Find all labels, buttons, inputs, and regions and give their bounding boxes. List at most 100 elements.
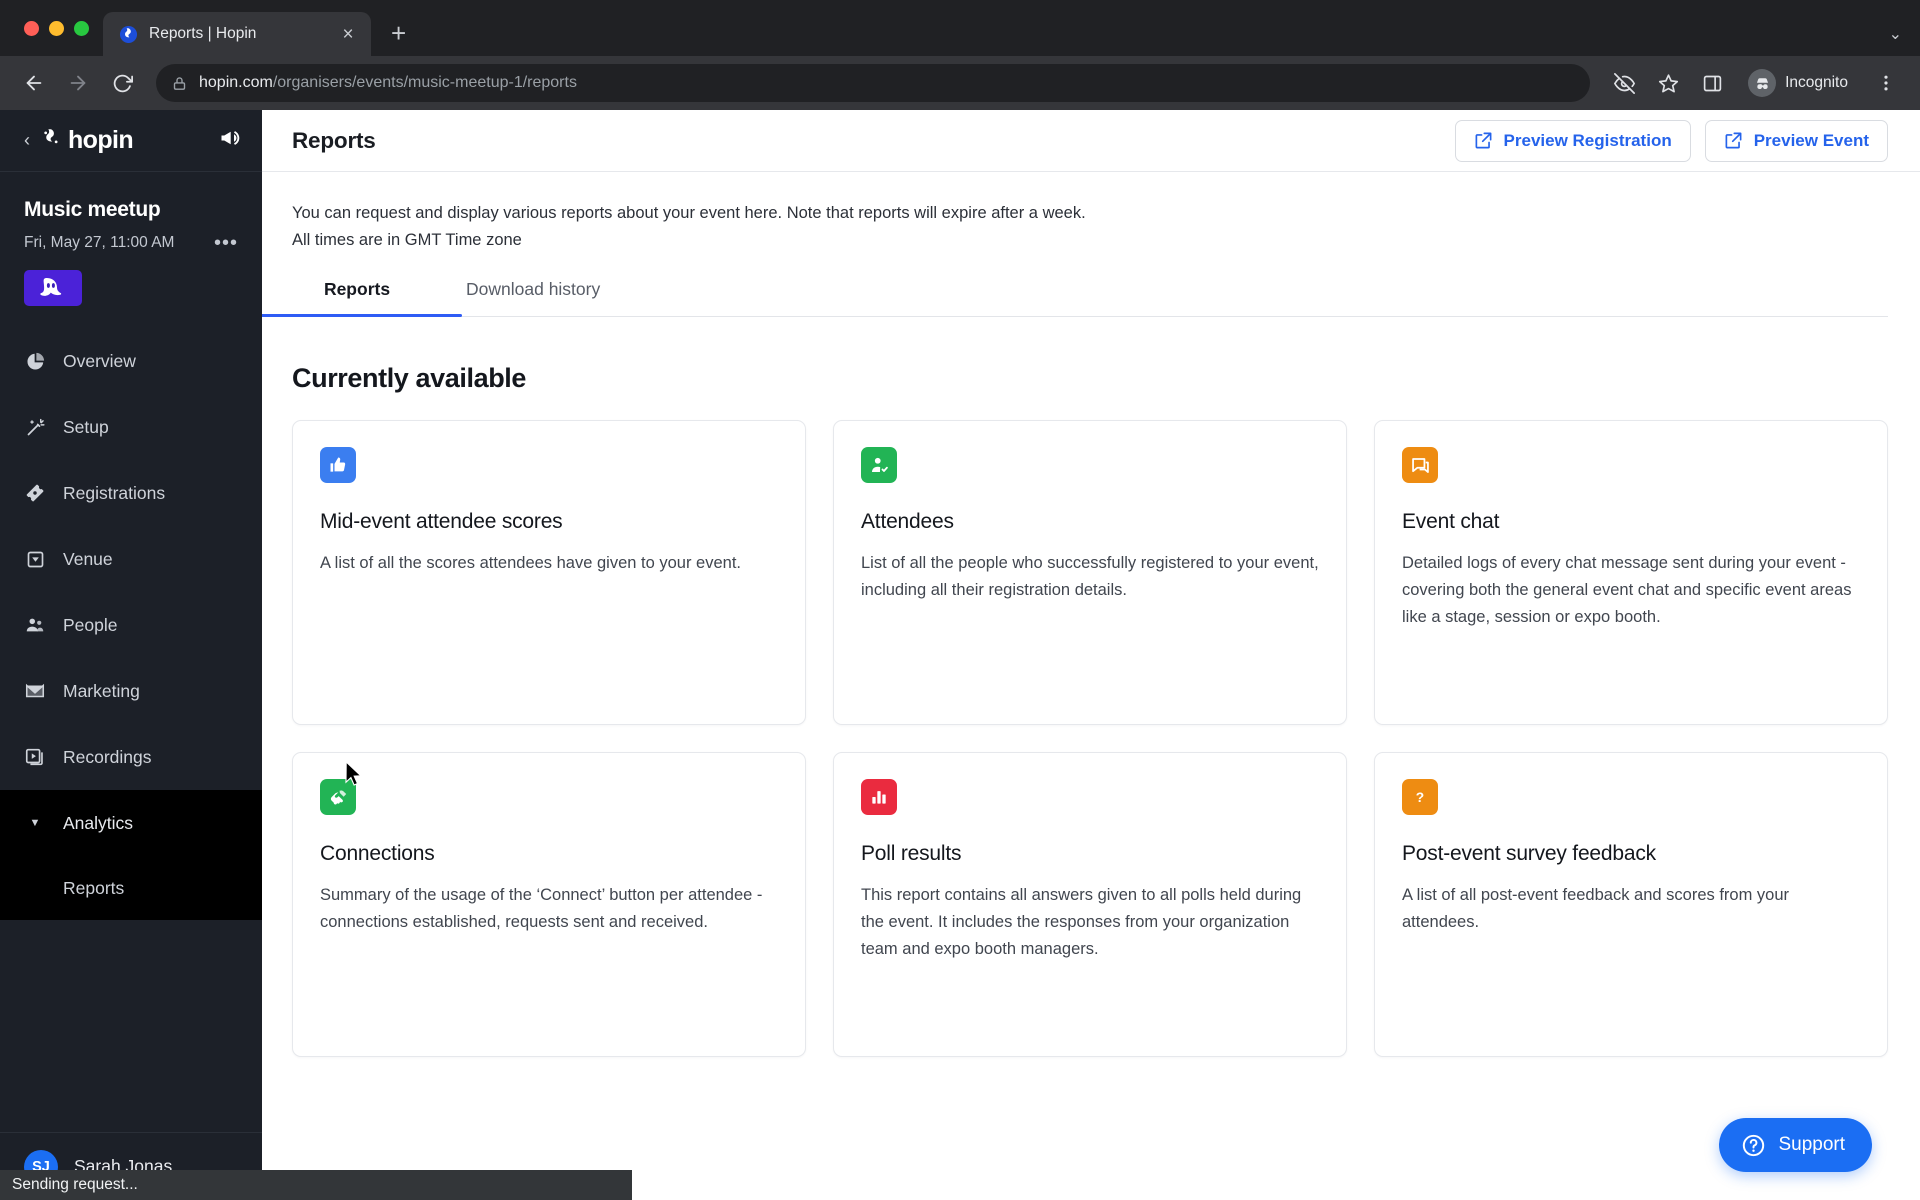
sidebar-item-label: Marketing bbox=[63, 680, 140, 701]
card-description: A list of all the scores attendees have … bbox=[320, 554, 741, 573]
eye-slash-icon[interactable] bbox=[1604, 63, 1644, 103]
omnibox-actions: Incognito bbox=[1604, 63, 1906, 103]
close-icon[interactable]: × bbox=[337, 25, 359, 44]
card-title: Connections bbox=[320, 842, 435, 866]
sidebar-item-reports[interactable]: Reports bbox=[0, 856, 262, 920]
maximize-window-button[interactable] bbox=[74, 20, 89, 36]
sidebar-item-label: Analytics bbox=[63, 812, 134, 833]
sidebar-item-label: Venue bbox=[63, 548, 113, 569]
recordings-icon bbox=[24, 746, 46, 768]
card-title: Post-event survey feedback bbox=[1402, 842, 1656, 866]
intro-line-2: All times are in GMT Time zone bbox=[292, 230, 522, 249]
card-description: List of all the people who successfully … bbox=[861, 554, 1319, 600]
sidebar-item-marketing[interactable]: Marketing bbox=[0, 658, 262, 724]
venue-pin-icon bbox=[24, 548, 46, 570]
people-icon bbox=[24, 614, 46, 636]
hopin-logo[interactable]: hopin bbox=[40, 126, 208, 155]
header-actions: Preview Registration Preview Event bbox=[1454, 119, 1888, 162]
preview-registration-button[interactable]: Preview Registration bbox=[1454, 119, 1691, 162]
side-panel-icon[interactable] bbox=[1692, 63, 1732, 103]
reload-icon[interactable] bbox=[102, 63, 142, 103]
report-card-post-event-survey-feedback[interactable]: ? Post-event survey feedback A list of a… bbox=[1374, 752, 1888, 1058]
sidebar-header: ‹ hopin bbox=[0, 110, 262, 172]
incognito-profile-button[interactable]: Incognito bbox=[1742, 65, 1862, 101]
card-description: Detailed logs of every chat message sent… bbox=[1402, 554, 1852, 627]
card-title: Mid-event attendee scores bbox=[320, 510, 563, 534]
lock-icon bbox=[172, 76, 187, 91]
minimize-window-button[interactable] bbox=[49, 20, 64, 36]
ticket-icon bbox=[24, 482, 46, 504]
sidebar-item-setup[interactable]: Setup bbox=[0, 394, 262, 460]
help-circle-icon bbox=[1741, 1133, 1766, 1158]
address-bar[interactable]: hopin.com/organisers/events/music-meetup… bbox=[156, 64, 1591, 102]
external-link-icon bbox=[1474, 131, 1493, 150]
report-card-connections[interactable]: Connections Summary of the usage of the … bbox=[292, 752, 806, 1058]
sidebar-item-label: Overview bbox=[63, 350, 136, 371]
button-label: Preview Event bbox=[1753, 130, 1869, 150]
chevron-down-icon[interactable]: ⌄ bbox=[1889, 24, 1902, 44]
sidebar-nav: Overview Setup Registrations Venue Peopl… bbox=[0, 328, 262, 1132]
question-mark-icon: ? bbox=[1402, 779, 1438, 816]
support-button[interactable]: Support bbox=[1719, 1118, 1872, 1172]
sidebar-item-venue[interactable]: Venue bbox=[0, 526, 262, 592]
plus-icon[interactable]: + bbox=[371, 20, 422, 56]
card-title: Attendees bbox=[861, 510, 954, 534]
ellipsis-icon[interactable]: ••• bbox=[214, 233, 238, 253]
report-card-attendees[interactable]: Attendees List of all the people who suc… bbox=[833, 420, 1347, 726]
incognito-label: Incognito bbox=[1785, 74, 1848, 91]
chevron-left-icon[interactable]: ‹ bbox=[24, 130, 30, 151]
person-check-icon bbox=[861, 447, 897, 484]
page-viewport: ‹ hopin Music meetup Fri, May 27, 11:00 … bbox=[0, 110, 1920, 1200]
preview-event-button[interactable]: Preview Event bbox=[1704, 119, 1888, 162]
browser-window: Reports | Hopin × + ⌄ hopin.com/organise… bbox=[0, 0, 1920, 1200]
star-icon[interactable] bbox=[1648, 63, 1688, 103]
sidebar-item-registrations[interactable]: Registrations bbox=[0, 460, 262, 526]
bar-chart-icon bbox=[861, 779, 897, 816]
url-path: /organisers/events/music-meetup-1/report… bbox=[272, 74, 577, 91]
three-dot-menu-icon[interactable] bbox=[1866, 63, 1906, 103]
pie-chart-icon bbox=[24, 350, 46, 372]
event-date: Fri, May 27, 11:00 AM bbox=[24, 234, 175, 251]
sidebar-item-recordings[interactable]: Recordings bbox=[0, 724, 262, 790]
hopin-favicon bbox=[119, 25, 138, 44]
sidebar-item-label: Recordings bbox=[63, 746, 152, 767]
magic-wand-icon bbox=[24, 416, 46, 438]
card-title: Event chat bbox=[1402, 510, 1500, 534]
main-content: Reports Preview Registration Preview Eve… bbox=[262, 110, 1920, 1200]
report-card-poll-results[interactable]: Poll results This report contains all an… bbox=[833, 752, 1347, 1058]
window-controls[interactable] bbox=[16, 0, 103, 56]
event-thumbnail-ghost[interactable] bbox=[24, 270, 82, 306]
envelope-icon bbox=[24, 680, 46, 702]
button-label: Preview Registration bbox=[1503, 130, 1672, 150]
sidebar-item-people[interactable]: People bbox=[0, 592, 262, 658]
sidebar-item-overview[interactable]: Overview bbox=[0, 328, 262, 394]
reports-tabs: Reports Download history bbox=[262, 279, 1888, 318]
close-window-button[interactable] bbox=[24, 20, 39, 36]
back-arrow-icon[interactable] bbox=[14, 63, 54, 103]
card-description: This report contains all answers given t… bbox=[861, 886, 1302, 959]
page-header: Reports Preview Registration Preview Eve… bbox=[262, 110, 1920, 172]
tab-reports[interactable]: Reports bbox=[262, 279, 462, 318]
report-card-event-chat[interactable]: Event chat Detailed logs of every chat m… bbox=[1374, 420, 1888, 726]
card-title: Poll results bbox=[861, 842, 962, 866]
card-description: A list of all post-event feedback and sc… bbox=[1402, 886, 1790, 932]
forward-arrow-icon[interactable] bbox=[58, 63, 98, 103]
sidebar-subitem-label: Reports bbox=[63, 877, 125, 898]
browser-tab[interactable]: Reports | Hopin × bbox=[103, 12, 371, 56]
sidebar-item-label: Setup bbox=[63, 416, 109, 437]
thumbs-up-icon bbox=[320, 447, 356, 484]
sidebar-section-analytics: ▼ Analytics Reports bbox=[0, 790, 262, 920]
megaphone-icon[interactable] bbox=[218, 126, 242, 155]
incognito-icon bbox=[1748, 69, 1777, 97]
hopin-logo-mark bbox=[40, 127, 62, 154]
external-link-icon bbox=[1724, 131, 1743, 150]
event-name: Music meetup bbox=[24, 198, 161, 221]
chat-bubble-icon bbox=[1402, 447, 1438, 484]
report-card-mid-event-attendee-scores[interactable]: Mid-event attendee scores A list of all … bbox=[292, 420, 806, 726]
main-scroll-area: You can request and display various repo… bbox=[262, 172, 1920, 1200]
tab-download-history[interactable]: Download history bbox=[466, 279, 600, 316]
caret-down-icon: ▼ bbox=[29, 817, 41, 829]
sidebar-item-analytics[interactable]: ▼ Analytics bbox=[0, 790, 262, 856]
page-title: Reports bbox=[292, 127, 376, 153]
sidebar-event-block: Music meetup Fri, May 27, 11:00 AM ••• bbox=[0, 172, 262, 306]
